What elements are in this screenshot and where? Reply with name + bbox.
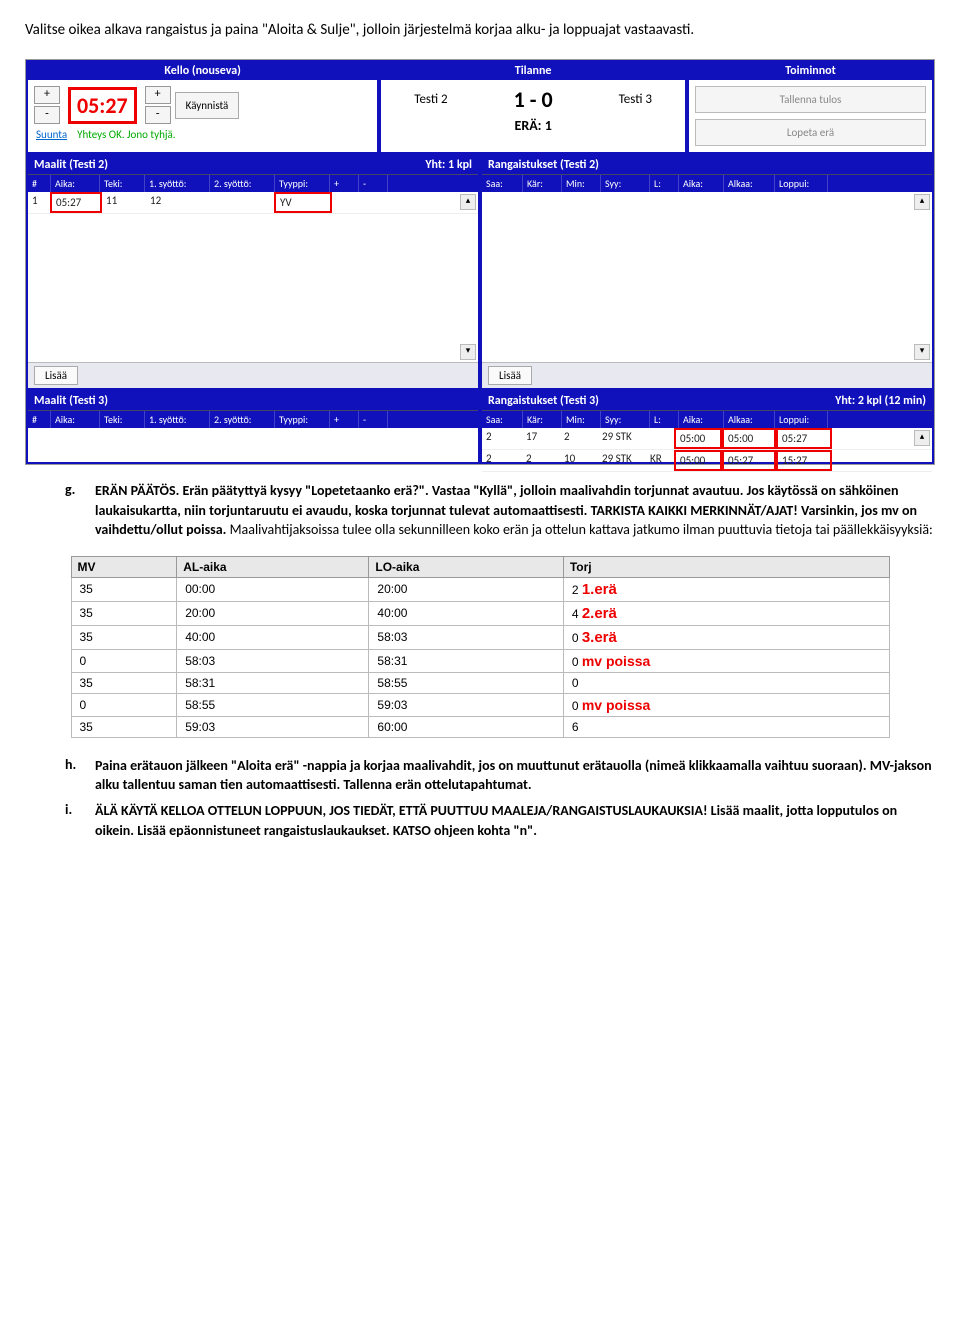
table-row: 3559:0360:006: [71, 716, 889, 737]
add-penalty-button[interactable]: Lisää: [488, 366, 532, 385]
item-g-text: ERÄN PÄÄTÖS. Erän päätyttyä kysyy "Lopet…: [95, 481, 935, 540]
scoreboard-screenshot: Kello (nouseva) + - 05:27 + - Käynnistä …: [25, 59, 935, 465]
goals3-columns: # Aika: Teki: 1. syöttö: 2. syöttö: Tyyp…: [28, 410, 478, 428]
list-marker-i: i.: [65, 801, 83, 840]
mv-table: MV AL-aika LO-aika Torj 3500:0020:002 1.…: [71, 556, 890, 738]
item-i-text: ÄLÄ KÄYTÄ KELLOA OTTELUN LOPPUUN, JOS TI…: [95, 801, 935, 840]
connection-status: Yhteys OK. Jono tyhjä.: [77, 128, 175, 141]
pen3-count: Yht: 2 kpl (12 min): [835, 394, 926, 408]
goals2-header: Maalit (Testi 2): [34, 158, 108, 172]
list-marker-h: h.: [65, 756, 83, 795]
item-h-text: Paina erätauon jälkeen "Aloita erä" -nap…: [95, 756, 935, 795]
intro-text: Valitse oikea alkava rangaistus ja paina…: [25, 20, 935, 41]
goals2-count: Yht: 1 kpl: [425, 158, 472, 172]
clock-start-button[interactable]: Käynnistä: [175, 92, 240, 119]
clock-value: 05:27: [68, 87, 137, 124]
clock-plus-right[interactable]: +: [145, 86, 171, 104]
period-label: ERÄ: 1: [381, 117, 685, 134]
scroll-down-icon[interactable]: ▾: [460, 344, 476, 360]
clock-minus-left[interactable]: -: [34, 106, 60, 124]
status-panel-header: Tilanne: [381, 62, 685, 80]
pen2-columns: Saa: Kär: Min: Syy: L: Aika: Alkaa: Lopp…: [482, 174, 932, 192]
goals2-columns: # Aika: Teki: 1. syöttö: 2. syöttö: Tyyp…: [28, 174, 478, 192]
team1-name: Testi 2: [414, 92, 447, 107]
table-row[interactable]: 1 05:27 11 12 YV: [28, 192, 478, 214]
goals3-header: Maalit (Testi 3): [34, 394, 108, 408]
table-row: 3500:0020:002 1.erä: [71, 577, 889, 601]
add-goal-button[interactable]: Lisää: [34, 366, 78, 385]
pen2-header: Rangaistukset (Testi 2): [488, 158, 599, 172]
end-period-button[interactable]: Lopeta erä: [695, 119, 926, 146]
score-value: 1 - 0: [514, 86, 553, 113]
table-row: 3520:0040:004 2.erä: [71, 601, 889, 625]
clock-plus-left[interactable]: +: [34, 86, 60, 104]
list-marker-g: g.: [65, 481, 83, 540]
table-row: 3540:0058:030 3.erä: [71, 625, 889, 649]
direction-link[interactable]: Suunta: [36, 128, 67, 141]
table-row: 058:5559:030 mv poissa: [71, 693, 889, 716]
scroll-up-icon[interactable]: ▴: [914, 430, 930, 446]
scroll-up-icon[interactable]: ▴: [460, 194, 476, 210]
save-result-button[interactable]: Tallenna tulos: [695, 86, 926, 113]
table-row: 3558:3158:550: [71, 672, 889, 693]
scroll-down-icon[interactable]: ▾: [914, 344, 930, 360]
table-row: 058:0358:310 mv poissa: [71, 649, 889, 672]
clock-panel-header: Kello (nouseva): [28, 62, 377, 80]
pen3-columns: Saa: Kär: Min: Syy: L: Aika: Alkaa: Lopp…: [482, 410, 932, 428]
actions-panel-header: Toiminnot: [689, 62, 932, 80]
table-row[interactable]: 2 2 10 29 STK KR 05:00 05:27 15:27: [482, 450, 932, 472]
pen3-header: Rangaistukset (Testi 3): [488, 394, 599, 408]
table-row[interactable]: 2 17 2 29 STK 05:00 05:00 05:27: [482, 428, 932, 450]
scroll-up-icon[interactable]: ▴: [914, 194, 930, 210]
team2-name: Testi 3: [619, 92, 652, 107]
clock-minus-right[interactable]: -: [145, 106, 171, 124]
